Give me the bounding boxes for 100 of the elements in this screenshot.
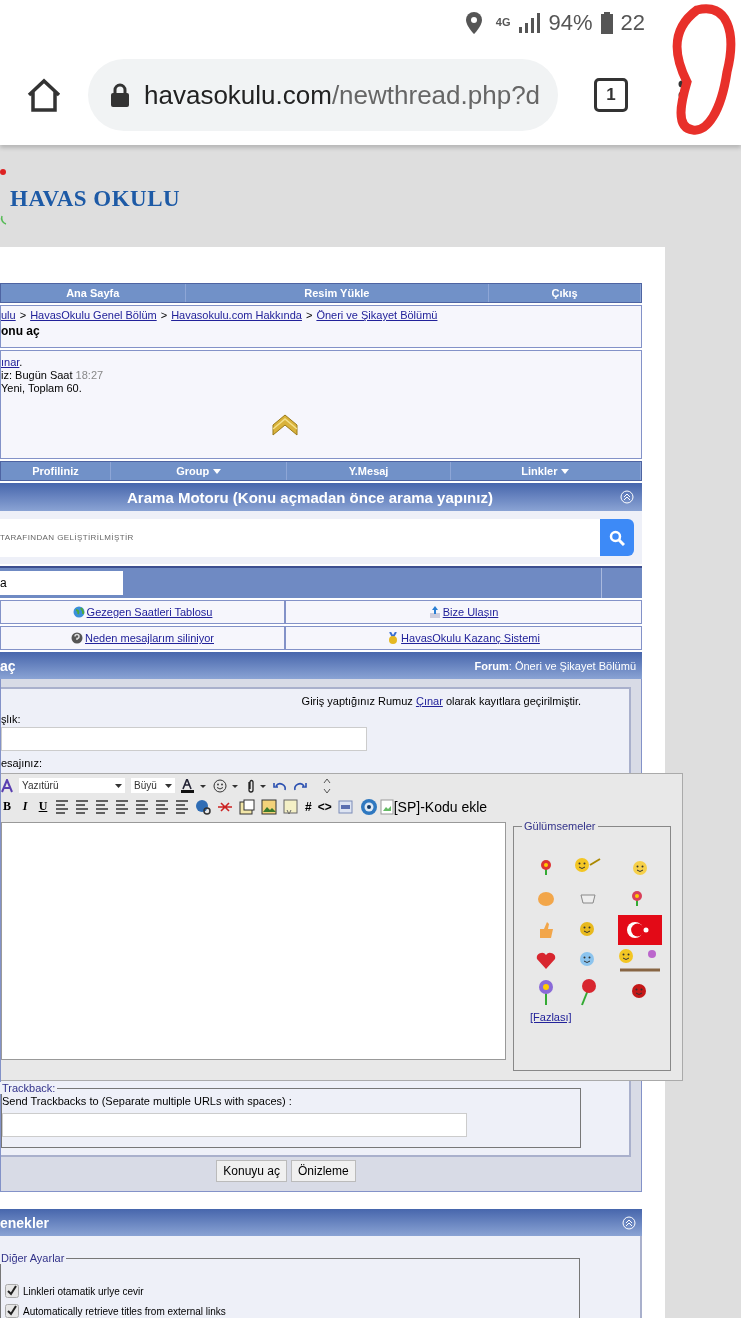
code-button[interactable]: # (305, 799, 312, 814)
confused-face-icon[interactable] (579, 920, 597, 939)
address-bar[interactable]: havasokulu.com/newthread.php?d (88, 59, 558, 131)
breadcrumb-link[interactable]: Havasokulu.com Hakkında (171, 309, 302, 321)
caret-down-icon (213, 468, 222, 474)
form-button[interactable]: Konuyu aç (216, 1160, 287, 1182)
trackback-label: Send Trackbacks to (Separate multiple URLs with spaces) : (2, 1095, 293, 1107)
format-button[interactable]: U (37, 799, 49, 814)
php-icon[interactable] (337, 799, 354, 814)
trackback-url-field[interactable] (2, 1113, 467, 1137)
rank-chevron-icon (271, 413, 299, 437)
eye-icon[interactable] (359, 797, 378, 816)
checkbox-label: Automatically retrieve titles from external links (23, 1305, 226, 1317)
redo-icon[interactable] (293, 780, 307, 791)
lock-icon (110, 83, 130, 107)
breadcrumb-separator: > (305, 309, 313, 321)
tab-count-button[interactable]: 1 (594, 78, 628, 112)
caret-down-icon (165, 783, 172, 788)
code-button[interactable]: <> (317, 799, 332, 814)
globe-icon (72, 606, 85, 618)
format-button[interactable]: B (1, 799, 13, 814)
dropdown-value: Yazıtürü (22, 780, 59, 791)
email-icon[interactable] (239, 798, 255, 815)
username-link[interactable]: Çınar (415, 695, 443, 707)
text-field[interactable]: a (0, 571, 123, 595)
forum-name: Forum: Öneri ve Şikayet Bölümü (474, 659, 636, 672)
url-text: havasokulu.com/newthread.php?d (144, 79, 541, 111)
flag-icon[interactable] (618, 914, 662, 945)
form-title: aç (0, 657, 16, 674)
username-link[interactable]: ınar (1, 356, 20, 368)
quick-link[interactable]: Bize Ulaşın (442, 606, 499, 618)
location-pin-icon (465, 11, 482, 34)
size-dropdown[interactable]: Büyü (131, 778, 175, 793)
tulip-icon[interactable] (538, 858, 554, 877)
battery-percent: 94% (548, 9, 593, 36)
breadcrumb-link[interactable]: ulu (1, 309, 16, 321)
format-button[interactable]: I (19, 799, 31, 814)
breadcrumb-separator: > (160, 309, 168, 321)
link-globe-icon[interactable] (195, 798, 211, 815)
broken-image-icon (379, 798, 394, 815)
search-button[interactable] (600, 519, 634, 556)
text-color-icon[interactable] (181, 778, 207, 793)
quote-icon[interactable] (283, 798, 299, 815)
sp-code-button[interactable]: [SP]-Kodu ekle (379, 798, 488, 815)
smiley-icon[interactable] (213, 778, 239, 793)
clock-time: 22 (620, 9, 645, 36)
unlink-icon[interactable] (217, 799, 233, 814)
search-field[interactable]: TARAFINDAN GELİŞTİRİLMİŞTİR (0, 518, 600, 557)
logo-mark-icon (0, 166, 8, 226)
medal-icon (387, 632, 400, 644)
home-icon[interactable] (26, 78, 62, 112)
punctuation: . (19, 356, 23, 368)
last-visit-label: iz: Bugün Saat (1, 369, 74, 381)
align-left-icon[interactable] (55, 799, 69, 814)
options-title: enekler (0, 1214, 50, 1231)
trackback-legend: Trackback: (0, 1082, 58, 1094)
title-field[interactable] (1, 727, 367, 751)
dropdown-value: Büyü (134, 780, 157, 791)
message-label: esajınız: (1, 757, 43, 769)
site-logo[interactable]: HAVAS OKULU (10, 186, 181, 212)
search-icon (609, 529, 625, 546)
quick-link[interactable]: HavasOkulu Kazanç Sistemi (401, 632, 540, 644)
section-title: Arama Motoru (Konu açmadan önce arama yapınız) (126, 488, 494, 506)
attachment-icon[interactable] (245, 778, 267, 793)
thumbs-up-icon[interactable] (537, 920, 555, 939)
checkbox[interactable] (5, 1304, 19, 1318)
battery-icon (600, 11, 613, 34)
checkbox[interactable] (5, 1284, 19, 1298)
last-visit-time: 18:27 (75, 369, 104, 381)
caret-down-icon (561, 468, 570, 474)
checkbox-label: Linkleri otamatik urlye cevir (23, 1285, 144, 1297)
font-dropdown[interactable]: Yazıtürü (19, 778, 125, 793)
image-icon[interactable] (261, 798, 277, 815)
page-title: onu aç (1, 324, 41, 338)
quick-link[interactable]: Neden mesajlarım siliniyor (85, 632, 214, 644)
title-label: şlık: (1, 713, 22, 725)
form-button[interactable]: Önizleme (291, 1160, 356, 1182)
breadcrumb-link[interactable]: HavasOkulu Genel Bölüm (30, 309, 157, 321)
breadcrumb-separator: > (19, 309, 27, 321)
winking-face-icon[interactable] (632, 859, 648, 876)
resize-icon[interactable] (323, 777, 331, 794)
collapse-icon[interactable] (620, 490, 634, 504)
question-icon (71, 632, 83, 644)
angry-face-icon[interactable] (631, 982, 649, 1001)
collapse-icon[interactable] (622, 1215, 636, 1230)
quick-link[interactable]: Gezegen Saatleri Tablosu (86, 606, 213, 618)
more-smilies-link[interactable]: [Fazlası] (530, 1011, 572, 1023)
message-count: Yeni, Toplam 60. (1, 382, 83, 395)
signal-icon (518, 12, 541, 33)
heart-icon[interactable] (536, 951, 556, 970)
smilies-legend: Gülümsemeler (522, 820, 598, 832)
login-note: Giriş yaptığınız Rumuz Çınar olarak kayıtlara geçirilmiştir. (300, 694, 582, 707)
undo-icon[interactable] (273, 780, 287, 791)
breadcrumb-link[interactable]: Öneri ve Şikayet Bölümü (316, 309, 438, 321)
settings-legend: Diğer Ayarlar (0, 1252, 67, 1264)
placeholder-text: TARAFINDAN GELİŞTİRİLMİŞTİR (0, 533, 134, 542)
caret-down-icon (115, 783, 122, 788)
upload-icon (428, 606, 441, 618)
network-type: 4G (495, 17, 511, 28)
font-style-icon[interactable] (1, 778, 13, 793)
